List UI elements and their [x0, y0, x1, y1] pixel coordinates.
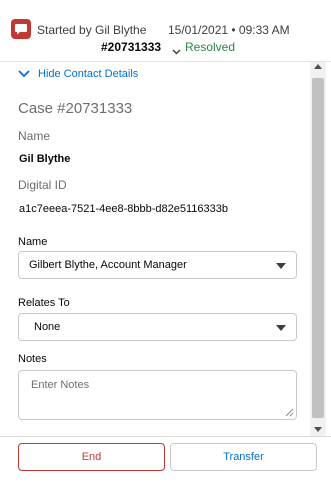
chat-bubble-icon: [11, 19, 31, 39]
resize-grip-icon[interactable]: [285, 408, 294, 417]
action-footer: End Transfer: [0, 436, 331, 487]
vertical-scrollbar[interactable]: [310, 62, 326, 436]
scroll-down-arrow-icon[interactable]: [314, 427, 322, 432]
scroll-up-arrow-icon[interactable]: [314, 64, 322, 69]
chat-datetime: 15/01/2021 • 09:33 AM: [168, 23, 290, 37]
chevron-down-icon: [18, 70, 30, 78]
digital-id-label: Digital ID: [18, 178, 67, 192]
started-by-text: Started by Gil Blythe: [37, 23, 147, 37]
contact-name-label: Name: [18, 129, 51, 143]
name-select[interactable]: Gilbert Blythe, Account Manager: [18, 251, 297, 279]
scrollbar-thumb[interactable]: [312, 78, 324, 418]
dropdown-arrow-icon: [276, 325, 286, 331]
relates-to-select[interactable]: None: [18, 313, 297, 341]
contact-details-panel: Hide Contact Details Case #20731333 Name…: [0, 62, 310, 436]
contact-name-value: Gil Blythe: [19, 153, 71, 165]
relates-to-value: None: [34, 321, 61, 333]
case-number[interactable]: #20731333: [101, 40, 161, 54]
relates-to-label: Relates To: [18, 297, 70, 309]
name-select-value: Gilbert Blythe, Account Manager: [29, 259, 187, 271]
chat-header: Started by Gil Blythe 15/01/2021 • 09:33…: [0, 0, 331, 62]
transfer-button[interactable]: Transfer: [170, 443, 317, 471]
end-button[interactable]: End: [18, 443, 165, 471]
case-title: Case #20731333: [18, 100, 133, 117]
notes-textarea[interactable]: [18, 370, 297, 420]
toggle-label: Hide Contact Details: [38, 68, 139, 80]
status-text: Resolved: [185, 40, 236, 54]
digital-id-value: a1c7eeea-7521-4ee8-8bbb-d82e5116333b: [19, 203, 228, 215]
notes-label: Notes: [18, 353, 47, 365]
chevron-down-icon[interactable]: [172, 42, 181, 60]
name-select-label: Name: [18, 236, 48, 248]
dropdown-arrow-icon: [276, 263, 286, 269]
